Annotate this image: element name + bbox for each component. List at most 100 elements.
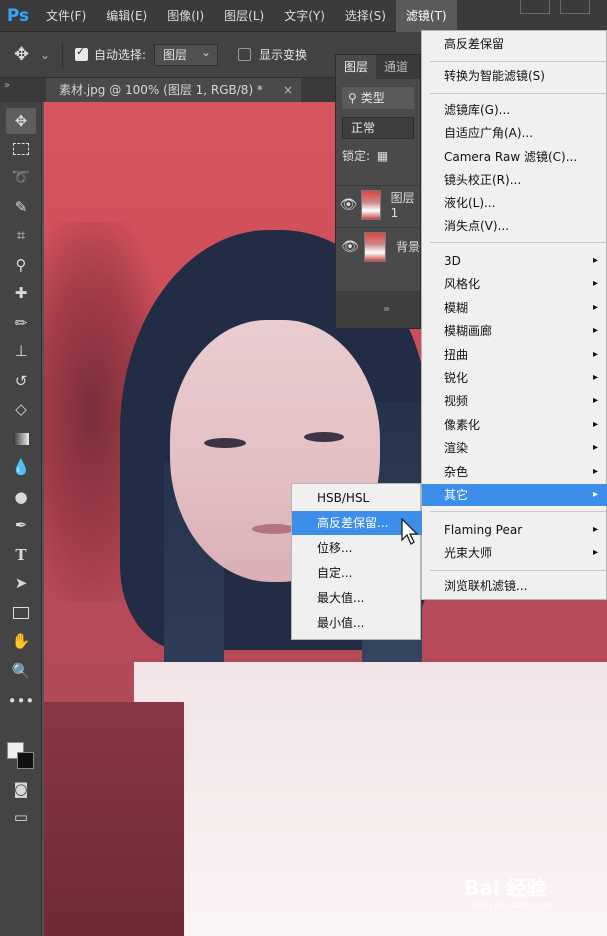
filter-menu: 高反差保留 转换为智能滤镜(S) 滤镜库(G)... 自适应广角(A)... C…: [421, 30, 607, 600]
lock-transparent-icon[interactable]: ▦: [377, 149, 388, 163]
auto-select-target-dropdown[interactable]: 图层: [154, 42, 219, 66]
stamp-tool-icon[interactable]: ⊥: [6, 338, 36, 364]
menu-type[interactable]: 文字(Y): [274, 0, 335, 32]
rectangle-tool-icon[interactable]: [6, 600, 36, 626]
move-tool-icon[interactable]: ✥: [14, 44, 40, 65]
screen-mode-icon[interactable]: ▭: [6, 804, 36, 830]
show-transform-checkbox[interactable]: [238, 48, 252, 61]
menu-item-blur[interactable]: 模糊: [422, 297, 607, 319]
menu-separator: [430, 61, 606, 62]
baidu-watermark: Bai 经验 jingyan.baidu.com: [464, 872, 555, 911]
menu-separator: [430, 570, 606, 571]
gradient-tool-icon[interactable]: [6, 426, 36, 452]
close-tab-icon[interactable]: ×: [283, 78, 293, 102]
layers-panel: 图层 通道 ⚲ 类型 正常 锁定: ▦ 👁 图层 1 👁 背景 ⚭: [335, 54, 421, 329]
path-select-tool-icon[interactable]: ➤: [6, 570, 36, 596]
menu-item-render[interactable]: 渲染: [422, 437, 607, 459]
watermark-url: jingyan.baidu.com: [472, 901, 556, 911]
submenu-item-maximum[interactable]: 最大值...: [292, 586, 422, 610]
menu-separator: [430, 511, 606, 512]
dodge-tool-icon[interactable]: ●: [6, 484, 36, 510]
pen-tool-icon[interactable]: ✒: [6, 512, 36, 538]
crop-tool-icon[interactable]: ⌗: [6, 222, 36, 248]
chevron-down-icon[interactable]: ⌄: [40, 48, 62, 62]
link-layers-icon[interactable]: ⚭: [336, 291, 420, 328]
submenu-item-minimum[interactable]: 最小值...: [292, 611, 422, 635]
menu-item-3d[interactable]: 3D: [422, 250, 607, 272]
watermark-main: Bai 经验: [464, 876, 547, 900]
collapse-icon[interactable]: »: [4, 80, 10, 91]
menu-item-filter-gallery[interactable]: 滤镜库(G)...: [422, 99, 607, 121]
minimize-button[interactable]: [520, 0, 550, 14]
menu-file[interactable]: 文件(F): [36, 0, 96, 32]
menu-item-liquify[interactable]: 液化(L)...: [422, 192, 607, 214]
menu-image[interactable]: 图像(I): [157, 0, 214, 32]
menu-separator: [430, 242, 606, 243]
lasso-tool-icon[interactable]: ➰: [6, 164, 36, 190]
search-icon: ⚲: [348, 91, 357, 105]
quick-mask-icon[interactable]: ◙: [6, 776, 36, 802]
healing-brush-tool-icon[interactable]: ✚: [6, 280, 36, 306]
tab-layers[interactable]: 图层: [336, 55, 377, 79]
move-tool-icon[interactable]: ✥: [6, 108, 36, 134]
menu-item-light-beam[interactable]: 光束大师: [422, 542, 607, 564]
layer-filter-search[interactable]: ⚲ 类型: [342, 87, 414, 109]
menu-item-adaptive-wide-angle[interactable]: 自适应广角(A)...: [422, 122, 607, 144]
menu-item-last-filter[interactable]: 高反差保留: [422, 33, 607, 55]
eye-icon[interactable]: 👁: [336, 239, 364, 255]
menu-item-flaming-pear[interactable]: Flaming Pear: [422, 519, 607, 541]
left-eye: [204, 438, 246, 448]
document-tab[interactable]: 素材.jpg @ 100% (图层 1, RGB/8) * ×: [46, 78, 301, 102]
more-tools-icon[interactable]: •••: [6, 688, 36, 714]
background-color-swatch[interactable]: [17, 752, 34, 769]
brush-tool-icon[interactable]: ✏: [6, 310, 36, 336]
menu-item-browse-online[interactable]: 浏览联机滤镜...: [422, 575, 607, 597]
lock-row: 锁定: ▦: [342, 147, 414, 164]
document-tab-title: 素材.jpg @ 100% (图层 1, RGB/8) *: [59, 83, 263, 97]
menu-item-vanishing-point[interactable]: 消失点(V)...: [422, 215, 607, 237]
menu-edit[interactable]: 编辑(E): [96, 0, 157, 32]
menu-item-sharpen[interactable]: 锐化: [422, 367, 607, 389]
submenu-item-custom[interactable]: 自定...: [292, 561, 422, 585]
blend-mode-dropdown[interactable]: 正常: [342, 117, 414, 139]
layer-row[interactable]: 👁 图层 1: [336, 185, 420, 223]
marquee-tool-icon[interactable]: [6, 136, 36, 162]
right-eye: [304, 432, 344, 442]
eyedropper-tool-icon[interactable]: ⚲: [6, 252, 36, 278]
menu-item-stylize[interactable]: 风格化: [422, 273, 607, 295]
menu-item-other[interactable]: 其它: [422, 484, 607, 506]
menu-item-noise[interactable]: 杂色: [422, 461, 607, 483]
zoom-tool-icon[interactable]: 🔍: [6, 658, 36, 684]
blur-tool-icon[interactable]: 💧: [6, 454, 36, 480]
lock-label: 锁定:: [342, 149, 371, 163]
eraser-tool-icon[interactable]: ◇: [6, 396, 36, 422]
menu-item-pixelate[interactable]: 像素化: [422, 414, 607, 436]
menu-item-video[interactable]: 视频: [422, 390, 607, 412]
menu-select[interactable]: 选择(S): [335, 0, 396, 32]
layer-filter-label: 类型: [360, 91, 385, 105]
photoshop-logo: Ps: [6, 5, 30, 26]
tab-channels[interactable]: 通道: [376, 55, 416, 79]
layer-thumbnail: [364, 231, 386, 262]
menu-layer[interactable]: 图层(L): [214, 0, 274, 32]
layer-row[interactable]: 👁 背景: [336, 227, 420, 265]
other-submenu: HSB/HSL 高反差保留... 位移... 自定... 最大值... 最小值.…: [291, 483, 422, 640]
menu-filter[interactable]: 滤镜(T): [395, 0, 457, 32]
menu-item-lens-correction[interactable]: 镜头校正(R)...: [422, 169, 607, 191]
layer-thumbnail: [360, 189, 381, 220]
maximize-button[interactable]: [560, 0, 590, 14]
menu-item-blur-gallery[interactable]: 模糊画廊: [422, 320, 607, 342]
menu-item-distort[interactable]: 扭曲: [422, 344, 607, 366]
eye-icon[interactable]: 👁: [336, 197, 361, 213]
quick-select-tool-icon[interactable]: ✎: [6, 194, 36, 220]
type-tool-icon[interactable]: T: [6, 542, 36, 568]
history-brush-tool-icon[interactable]: ↺: [6, 368, 36, 394]
menu-item-camera-raw[interactable]: Camera Raw 滤镜(C)...: [422, 146, 607, 168]
document-tab-bar: » 素材.jpg @ 100% (图层 1, RGB/8) * ×: [0, 78, 335, 102]
lips: [252, 524, 296, 534]
show-transform-label: 显示变换: [259, 48, 308, 62]
submenu-item-hsb-hsl[interactable]: HSB/HSL: [292, 486, 422, 510]
hand-tool-icon[interactable]: ✋: [6, 628, 36, 654]
auto-select-checkbox[interactable]: [75, 45, 88, 61]
menu-item-convert-smart-filter[interactable]: 转换为智能滤镜(S): [422, 65, 607, 87]
